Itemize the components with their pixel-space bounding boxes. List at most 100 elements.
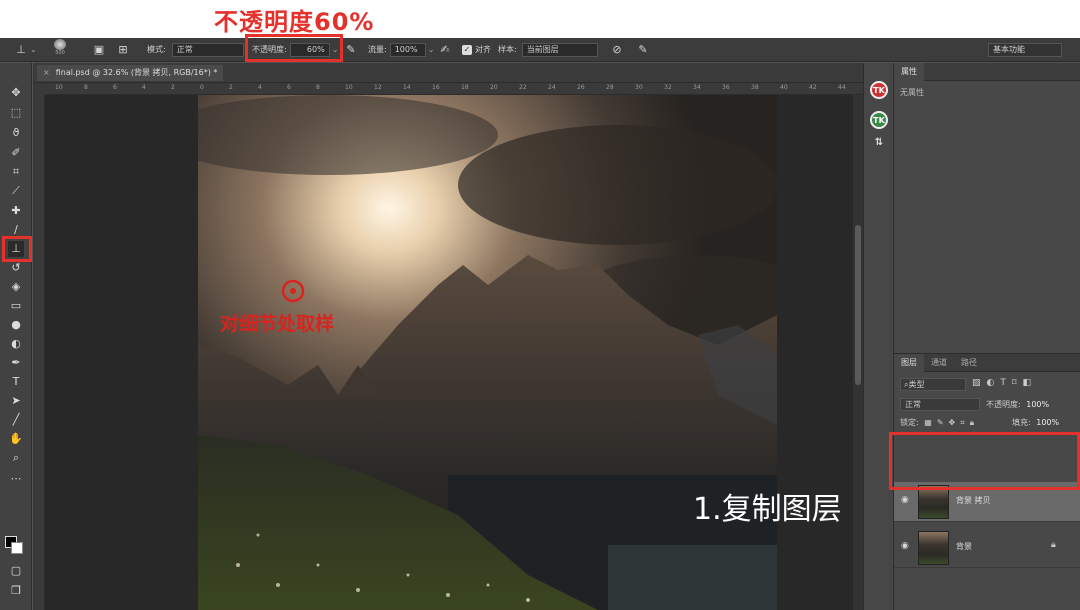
aligned-checkbox[interactable]: ✓ 对齐 [462,41,491,58]
properties-panel: 属性 无属性 [893,63,1080,385]
tk-plugin-icon[interactable]: TK [870,81,888,99]
layer-filter-select[interactable]: ⌕类型 [900,378,966,391]
clone-stamp-preset[interactable]: ⊥ ⌄ [14,41,37,58]
screen-mode-icon[interactable]: ❐ [8,583,24,599]
canvas-area[interactable]: 对细节处取样 1.复制图层 [45,95,853,610]
eraser-tool-icon[interactable]: ◈ [8,279,24,295]
lock-position-icon[interactable]: ✥ [949,418,961,427]
mountain-photo [198,95,777,610]
ignore-adjustment-button[interactable]: ⊘ [610,41,624,58]
opacity-highlight-box [245,34,343,62]
ruler-tick-label: 14 [403,84,411,91]
ruler-tick-label: 42 [809,84,817,91]
step-1-annotation: 1.复制图层 [693,492,842,527]
eye-icon[interactable]: ◉ [901,541,909,551]
ruler-tick-label: 30 [635,84,643,91]
tab-channels[interactable]: 通道 [924,354,954,372]
ruler-origin[interactable] [33,83,45,95]
tab-paths[interactable]: 路径 [954,354,984,372]
workspace-select[interactable]: 基本功能 [988,42,1062,57]
lock-artboard-icon[interactable]: ⌗ [960,418,970,427]
eye-icon[interactable]: ◉ [901,495,909,505]
sample-select[interactable]: 当前图层 [521,42,598,57]
hand-tool-icon[interactable]: ✋ [8,431,24,447]
more-tools-icon[interactable]: ⋯ [8,471,24,487]
toggle-clone-source-button[interactable]: ⊞ [116,41,130,58]
tab-properties[interactable]: 属性 [894,63,924,81]
dodge-tool-icon[interactable]: ◐ [8,336,24,352]
lock-transparency-icon[interactable]: ▦ [924,418,937,427]
lasso-tool-icon[interactable]: ϑ [8,125,24,141]
document-canvas[interactable]: 对细节处取样 [198,95,777,610]
ruler-tick-label: 36 [722,84,730,91]
gradient-tool-icon[interactable]: ▭ [8,298,24,314]
quick-mask-icon[interactable]: ▢ [8,563,24,579]
blend-mode-select[interactable]: 正常 [900,398,980,411]
healing-brush-tool-icon[interactable]: ✚ [8,203,24,219]
vertical-ruler[interactable] [33,95,45,610]
adjustment-filter-icon[interactable]: ◐ [987,378,1001,388]
zoom-tool-icon[interactable]: ⌕ [8,450,24,466]
flow-input[interactable]: 100% [389,42,426,57]
airbrush-button[interactable]: ✍ [438,41,452,58]
sample-label: 样本: [498,45,517,54]
close-tab-icon[interactable]: × [43,68,50,77]
history-brush-tool-icon[interactable]: ↺ [8,260,24,276]
flow-group: 流量: 100% ⌄ [368,41,434,58]
type-tool-icon[interactable]: T [8,374,24,390]
move-tool-icon[interactable]: ✥ [8,85,24,101]
document-tab[interactable]: × final.psd @ 32.6% (背景 拷贝, RGB/16*) * [37,65,224,81]
layer-row-background[interactable]: ◉ 背景 🔒︎ [894,528,1080,568]
sample-hint-annotation: 对细节处取样 [220,313,335,335]
path-select-tool-icon[interactable]: ➤ [8,393,24,409]
quick-select-tool-icon[interactable]: ✐ [8,145,24,161]
blur-tool-icon[interactable]: ● [8,317,24,333]
background-color-swatch[interactable] [11,542,23,554]
eyedropper-tool-icon[interactable]: ⟋ [8,183,24,199]
ruler-tick-label: 44 [838,84,846,91]
ruler-tick-label: 22 [519,84,527,91]
shape-filter-icon[interactable]: ⌑ [1012,378,1023,388]
chevron-down-icon: ⌄ [30,45,37,54]
clone-stamp-highlight-box [2,236,32,262]
ruler-tick-label: 28 [606,84,614,91]
lock-icons[interactable]: ▦✎✥⌗🔒︎ [924,418,979,427]
toggle-brush-panel-button[interactable]: ▣ [92,41,106,58]
pressure-opacity-button[interactable]: ✎ [344,41,358,58]
crop-tool-icon[interactable]: ⌗ [8,164,24,180]
adjustments-icon[interactable]: ⇅ [870,135,888,153]
flow-dropdown-icon[interactable]: ⌄ [428,45,435,54]
lock-all-icon[interactable]: 🔒︎ [970,418,979,427]
layer-opacity-value[interactable]: 100% [1026,400,1049,409]
ruler-tick-label: 16 [432,84,440,91]
ruler-tick-label: 32 [664,84,672,91]
horizontal-ruler[interactable]: 10 8 6 4 2 0 2 4 6 8 10 12 14 16 18 20 22 24 26 28 30 32 34 36 3… [45,83,863,95]
line-tool-icon[interactable]: ╱ [8,412,24,428]
pixel-filter-icon[interactable]: ▨ [972,378,987,388]
tab-layers[interactable]: 图层 [894,354,924,372]
lock-label: 锁定: [900,418,919,427]
pen-pressure-icon: ✎ [346,42,356,56]
ruler-tick-label: 4 [142,84,146,91]
tk-plugin-green-icon[interactable]: TK [870,111,888,129]
workspace-switcher[interactable]: 基本功能 [988,41,1062,58]
ruler-tick-label: 40 [780,84,788,91]
type-filter-icon[interactable]: T [1000,378,1012,388]
pen-tool-icon[interactable]: ✒ [8,355,24,371]
lock-pixels-icon[interactable]: ✎ [937,418,949,427]
mode-select[interactable]: 正常 [171,42,244,57]
smart-object-filter-icon[interactable]: ◧ [1023,378,1038,388]
marquee-tool-icon[interactable]: ⬚ [8,105,24,121]
vertical-scrollbar[interactable] [853,95,863,610]
layer-filter-icons[interactable]: ▨◐T⌑◧ [972,378,1037,388]
brush-size-picker[interactable]: 500 [54,39,66,56]
tools-panel: ✥ ⬚ ϑ ✐ ⌗ ⟋ ✚ ∕ ⊥ ↺ ◈ ▭ ● ◐ ✒ T ➤ ╱ ✋ ⌕ … [0,63,32,610]
brush-tip-icon [54,39,66,50]
layer-copy-highlight-box [889,432,1080,490]
fill-value[interactable]: 100% [1036,418,1059,427]
lock-icon: 🔒︎ [1051,540,1056,550]
layer-name: 背景 拷贝 [956,496,991,505]
pressure-size-button[interactable]: ✎ [636,41,650,58]
ruler-tick-label: 6 [113,84,117,91]
scrollbar-thumb[interactable] [855,225,861,385]
